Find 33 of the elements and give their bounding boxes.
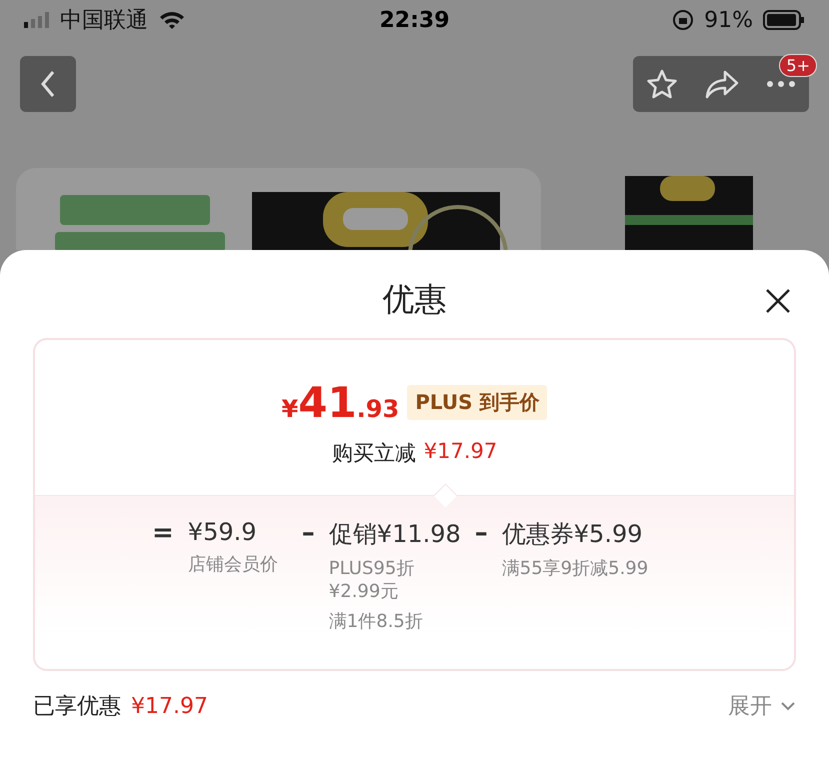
chevron-left-icon [40, 70, 56, 98]
note-text: 满55享9折减5.99 [502, 558, 648, 580]
more-icon[interactable] [766, 80, 796, 88]
star-icon[interactable] [646, 68, 678, 100]
discount-label: 已享优惠 [33, 693, 121, 721]
wifi-icon [158, 10, 186, 30]
amount-text: 促销¥11.98 [328, 519, 461, 550]
operator-sign: – [474, 518, 488, 550]
battery-percent: 91% [704, 8, 753, 32]
expand-button[interactable]: 展开 [728, 691, 796, 721]
clock-time: 22:39 [379, 8, 450, 33]
discount-total: ¥17.97 [131, 694, 208, 718]
reduction-amount: ¥17.97 [424, 439, 498, 465]
battery-icon [763, 10, 805, 30]
amount-text: ¥59.9 [188, 518, 258, 546]
back-button[interactable] [20, 56, 76, 112]
operator-sign: = [152, 518, 174, 550]
reduction-label: 购买立减 [332, 440, 416, 467]
note-text: 满1件8.5折 [328, 611, 424, 634]
note-text: PLUS95折 ¥2.99元 [328, 558, 416, 603]
chevron-down-icon [780, 701, 796, 711]
operator-sign: – [302, 518, 315, 550]
sheet-title: 优惠 [382, 279, 446, 320]
plus-price-tag: PLUS 到手价 [407, 385, 548, 420]
close-icon[interactable] [765, 288, 791, 314]
rotation-lock-icon [672, 9, 694, 31]
carrier-name: 中国联通 [60, 7, 148, 35]
final-price: ¥41.93 [282, 378, 400, 427]
share-icon[interactable] [704, 69, 739, 99]
note-text: 店铺会员价 [188, 554, 279, 576]
signal-icon [24, 12, 50, 28]
notification-badge: 5+ [779, 54, 817, 77]
amount-text: 优惠券¥5.99 [502, 519, 644, 550]
